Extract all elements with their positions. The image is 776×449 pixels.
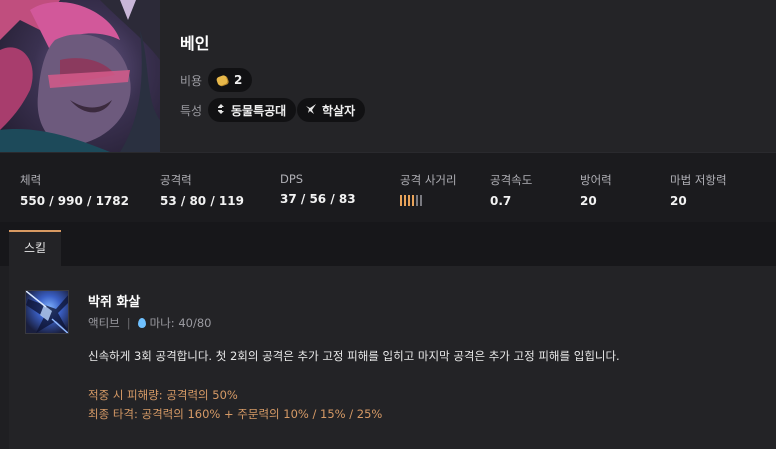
stat-value: 37 / 56 / 83 (280, 192, 356, 206)
stat-value: 20 (580, 194, 597, 208)
cost-badge[interactable]: 2 (208, 68, 253, 92)
tab-bar: 스킬 (0, 222, 776, 266)
skill-description: 신속하게 3회 공격합니다. 첫 2회의 공격은 추가 고정 피해를 입히고 마… (88, 349, 620, 363)
stat-value: 53 / 80 / 119 (160, 194, 244, 208)
stat-attack-speed: 공격속도 0.7 (490, 172, 532, 208)
champion-portrait (0, 0, 160, 152)
skill-meta: 액티브 | 마나: 40/80 (88, 315, 211, 331)
skill-panel: 박쥐 화살 액티브 | 마나: 40/80 신속하게 3회 공격합니다. 첫 2… (9, 266, 776, 449)
stat-armor: 방어력 20 (580, 172, 612, 208)
stat-attack-range: 공격 사거리 (400, 172, 457, 206)
separator: | (126, 316, 131, 330)
cost-label: 비용 (180, 74, 203, 88)
stat-label: DPS (280, 172, 304, 186)
range-bar-segment (400, 195, 402, 206)
stats-bar: 체력 550 / 990 / 1782 공격력 53 / 80 / 119 DP… (0, 152, 776, 222)
stat-label: 공격속도 (490, 173, 533, 187)
trait-animal-squad-icon (217, 103, 225, 117)
range-bar-segment (404, 195, 406, 206)
stat-value: 0.7 (490, 194, 512, 208)
champion-card: 베인 비용 2 특성 동물특공대 학살자 체력 550 / 990 / 1782… (0, 0, 776, 449)
stat-label: 공격력 (160, 173, 192, 187)
stat-magic-resist: 마법 저항력 20 (670, 172, 727, 208)
skill-type: 액티브 (88, 316, 120, 330)
range-bar-segment (420, 195, 422, 206)
stat-value: 20 (670, 194, 687, 208)
trait-badge-animal-squad[interactable]: 동물특공대 (208, 98, 297, 122)
skill-mana: 마나: 40/80 (149, 316, 212, 330)
range-bar-segment (412, 195, 414, 206)
trait-badge-slayer[interactable]: 학살자 (297, 98, 366, 122)
stat-label: 공격 사거리 (400, 173, 457, 187)
stat-label: 체력 (20, 173, 42, 187)
stat-attack-damage: 공격력 53 / 80 / 119 (160, 172, 244, 208)
champion-header: 베인 비용 2 특성 동물특공대 학살자 (0, 0, 776, 152)
skill-name: 박쥐 화살 (88, 295, 141, 310)
cost-value: 2 (234, 73, 243, 87)
mana-icon (137, 318, 146, 328)
skill-icon (25, 290, 69, 334)
champion-name: 베인 (180, 34, 210, 53)
stat-dps: DPS 37 / 56 / 83 (280, 172, 356, 206)
stat-label: 방어력 (580, 173, 612, 187)
trait-label: 특성 (180, 104, 203, 118)
stat-label: 마법 저항력 (670, 173, 727, 187)
skill-detail-line: 적중 시 피해량: 공격력의 50% (88, 388, 238, 402)
stat-health: 체력 550 / 990 / 1782 (20, 172, 129, 208)
attack-range-indicator (400, 195, 457, 206)
skill-detail-line: 최종 타격: 공격력의 160% + 주문력의 10% / 15% / 25% (88, 407, 383, 421)
stat-value: 550 / 990 / 1782 (20, 194, 129, 208)
tab-skill[interactable]: 스킬 (9, 230, 61, 266)
trait-slayer-icon (306, 103, 316, 117)
trait-name: 동물특공대 (231, 103, 287, 118)
gold-coin-icon (215, 74, 229, 86)
range-bar-segment (416, 195, 418, 206)
range-bar-segment (408, 195, 410, 206)
trait-name: 학살자 (322, 103, 356, 118)
